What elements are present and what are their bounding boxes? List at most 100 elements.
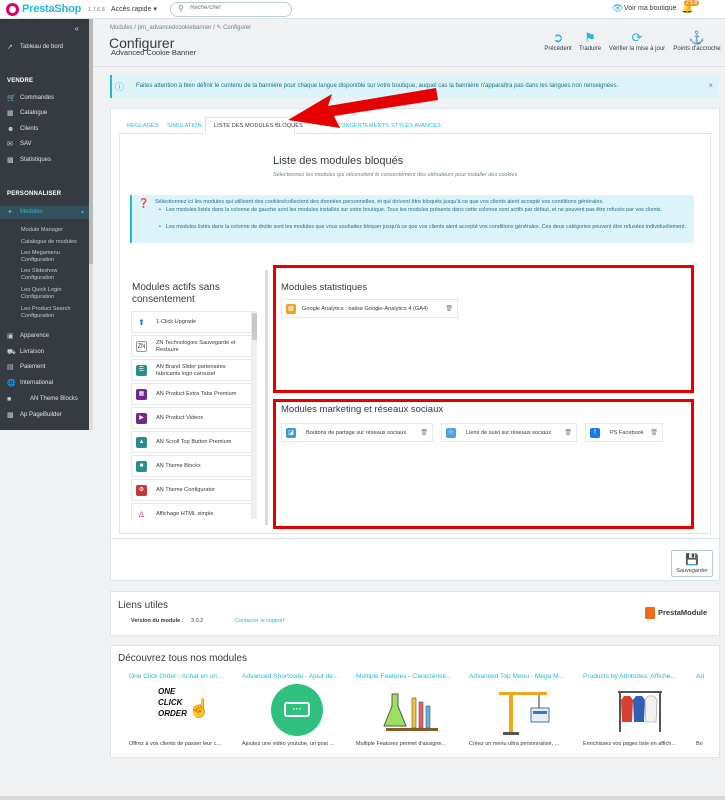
modules-list-scrollbar-thumb[interactable] xyxy=(252,313,257,340)
page-bottom-scrollbar[interactable] xyxy=(0,796,725,800)
hooks-button[interactable]: ⚓ Points d'accroche xyxy=(671,30,723,52)
trash-icon[interactable]: 🗑 xyxy=(650,429,658,436)
quick-access-menu[interactable]: Accès rapide ▾ xyxy=(111,5,157,13)
list-item[interactable]: ☰ AN Brand Slider partenaires fabricants … xyxy=(131,359,252,381)
blocked-module-chip[interactable]: f PS Facebook 🗑 xyxy=(585,423,663,442)
list-item[interactable]: ⬆ 1-Click Upgrade xyxy=(131,311,252,333)
one-click-order-image[interactable]: ONE CLICK ORDER ☝ xyxy=(150,684,210,736)
brand-name[interactable]: PrestaShop xyxy=(22,3,81,15)
submenu-leo-quick-login[interactable]: Leo Quick Login Configuration xyxy=(21,287,87,301)
close-icon[interactable]: × xyxy=(708,81,713,90)
page-subtitle: Advanced Cookie Banner xyxy=(111,48,197,57)
zn-logo-icon: ZN xyxy=(136,341,147,352)
trash-icon[interactable]: 🗑 xyxy=(564,429,572,436)
html-icon: ∆ xyxy=(136,509,147,519)
shortcode-image[interactable]: ··· xyxy=(268,684,328,736)
an-module-icon: ⚙ xyxy=(136,485,147,496)
products-by-attributes-image[interactable] xyxy=(610,684,670,736)
submenu-module-catalog[interactable]: Catalogue de modules xyxy=(21,239,87,246)
check-update-button[interactable]: ⟳ Vérifier la mise à jour xyxy=(605,30,669,52)
an-module-icon: ▦ xyxy=(136,389,147,400)
sidebar: « ↗ Tableau de bord VENDRE 🛒 Commandes ▦ Ca… xyxy=(0,19,89,430)
stats-modules-title: Modules statistiques xyxy=(281,282,368,293)
store-icon: ▦ xyxy=(7,110,14,117)
submenu-module-manager[interactable]: Module Manager xyxy=(21,227,87,234)
trash-icon[interactable]: 🗑 xyxy=(420,429,428,436)
breadcrumb[interactable]: Modules / pm_advancedcookiebanner / ✎ Co… xyxy=(110,24,251,31)
column-divider xyxy=(265,270,268,525)
sidebar-section-sell: VENDRE xyxy=(7,78,34,84)
prestashop-logo-icon[interactable] xyxy=(6,3,19,16)
trash-icon[interactable]: 🗑 xyxy=(445,305,453,312)
list-item[interactable]: ZN ZN Technologies Sauvegarde et Restaure xyxy=(131,335,252,357)
prestamodule-logo[interactable]: PrestaModule xyxy=(645,605,715,621)
search-icon[interactable]: ⚲ xyxy=(178,4,184,13)
useful-links-card xyxy=(110,591,720,636)
discover-item-link[interactable]: Advanced Top Menu - Mega M... xyxy=(469,673,564,680)
list-item[interactable]: ∆ Affichage HTML simple xyxy=(131,503,252,519)
bar-chart-icon: ▩ xyxy=(7,157,14,164)
discover-item-desc: Multiple Features permet d'assigne... xyxy=(356,741,447,747)
floppy-disk-icon: 💾 xyxy=(685,554,699,566)
view-shop-link[interactable]: Voir ma boutique xyxy=(624,5,677,12)
search-input[interactable] xyxy=(190,5,285,11)
save-button[interactable]: 💾 Sauvegarder xyxy=(671,550,713,577)
advanced-top-menu-image[interactable] xyxy=(495,684,555,736)
discover-item-link[interactable]: Advanced Shortcode - Ajout de... xyxy=(242,673,338,680)
facebook-icon: f xyxy=(590,428,600,438)
list-item[interactable]: ■ AN Theme Blocks xyxy=(131,455,252,477)
list-item[interactable]: ⚙ AN Theme Configurator xyxy=(131,479,252,501)
blocked-module-chip[interactable]: ☉ Liens de suivi sur réseaux sociaux 🗑 xyxy=(441,423,577,442)
share-icon: ◪ xyxy=(286,428,296,438)
globe-icon: 🌐 xyxy=(7,380,16,387)
list-item[interactable]: ▲ AN Scroll Top Button Premium xyxy=(131,431,252,453)
chat-icon: ✉ xyxy=(7,141,13,148)
red-arrow-annotation xyxy=(288,88,438,128)
list-item[interactable]: ▶ AN Product Videos xyxy=(131,407,252,429)
discover-item-link[interactable]: Products by Attributes: Affiche... xyxy=(583,673,676,680)
discover-item-link[interactable]: Ad xyxy=(696,673,704,680)
list-item[interactable]: ▦ AN Product Extra Tabs Premium xyxy=(131,383,252,405)
pointing-hand-icon: ☝ xyxy=(188,698,211,718)
version-label: 1.7.6.8 xyxy=(88,7,105,13)
modules-list-scrollbar[interactable] xyxy=(252,311,257,519)
tab-settings[interactable]: RÉGLAGES xyxy=(127,123,159,129)
builder-icon: ▩ xyxy=(7,412,14,419)
discover-item-link[interactable]: One Click Order - Achat en un ... xyxy=(129,673,224,680)
marketing-modules-title: Modules marketing et réseaux sociaux xyxy=(281,404,444,415)
module-version: 3.0.2 xyxy=(191,618,204,624)
card-footer-divider xyxy=(110,538,720,539)
translate-button[interactable]: ⚑ Traduire xyxy=(575,30,605,52)
refresh-icon: ⟳ xyxy=(631,30,643,45)
info-bullet-right: Les modules listés dans la colonne de dr… xyxy=(159,224,691,231)
multiple-features-image[interactable] xyxy=(382,684,442,736)
sidebar-scrollbar-thumb[interactable] xyxy=(89,19,93,264)
an-module-icon: ▲ xyxy=(136,437,147,448)
anchor-icon: ⚓ xyxy=(688,30,706,45)
submenu-leo-slideshow[interactable]: Leo Slideshow Configuration xyxy=(21,268,87,282)
flag-icon: ⚑ xyxy=(584,30,596,45)
back-button[interactable]: ➲ Précédent xyxy=(540,30,576,52)
cart-icon: 🛒 xyxy=(7,95,16,102)
submenu-leo-product-search[interactable]: Leo Product Search Configuration xyxy=(21,306,87,320)
discover-item-desc: Enrichissez vos pages liste en affich... xyxy=(583,741,676,747)
an-module-icon: ☰ xyxy=(136,365,147,376)
contact-support-link[interactable]: Contacter le support xyxy=(235,618,285,624)
discover-item-desc: Ajoutez une vidéo youtube, un post ... xyxy=(242,741,335,747)
blocked-module-chip[interactable]: ◪ Boutons de partage sur réseaux sociaux… xyxy=(281,423,433,442)
marketing-modules-dropzone[interactable] xyxy=(273,399,694,529)
active-modules-list[interactable]: ⬆ 1-Click Upgrade ZN ZN Technologies Sauve… xyxy=(131,311,252,519)
one-click-order-logo: ONE CLICK ORDER xyxy=(158,687,187,718)
discover-item-link[interactable]: Multiple Features - Caractéristi... xyxy=(356,673,451,680)
header-divider xyxy=(93,66,725,67)
info-icon: ⓘ xyxy=(115,82,125,92)
blocked-module-chip[interactable]: ▩ Google Analytics : balise Google-Analy… xyxy=(281,299,458,318)
collapse-sidebar-icon[interactable]: « xyxy=(75,24,79,33)
eye-icon[interactable]: 👁 xyxy=(612,3,623,14)
clothing-rack-icon xyxy=(618,691,662,732)
an-module-icon: ▶ xyxy=(136,413,147,424)
monitor-icon: ▣ xyxy=(7,333,14,340)
social-links-icon: ☉ xyxy=(446,428,456,438)
tab-simulation[interactable]: SIMULATION xyxy=(167,123,202,129)
submenu-leo-megamenu[interactable]: Leo Megamenu Configuration xyxy=(21,250,87,264)
